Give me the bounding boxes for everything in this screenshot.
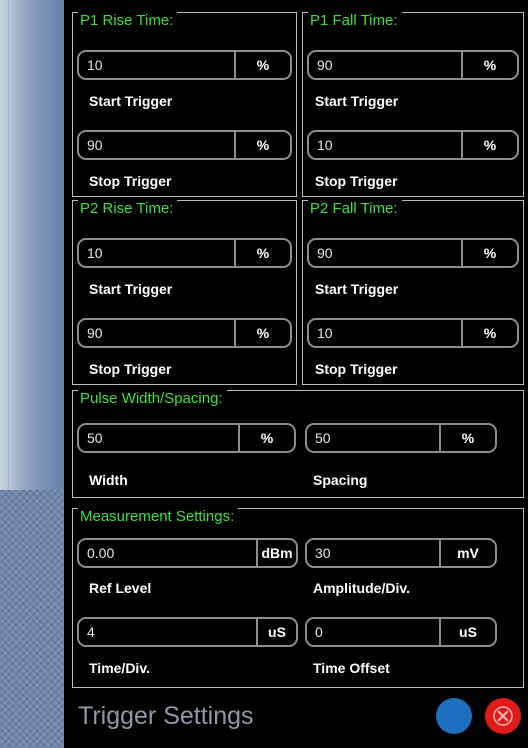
p1-rise-time-group: P1 Rise Time: 10 % Start Trigger 90 % St… [72, 12, 297, 197]
field-value: 10 [317, 325, 333, 341]
left-strip-sheen [8, 0, 65, 490]
close-icon [493, 706, 513, 726]
blue-action-button[interactable] [436, 698, 472, 734]
unit-label: % [461, 52, 517, 78]
time-div-field[interactable]: 4 uS [77, 617, 298, 647]
pulse-spacing-field[interactable]: 50 % [305, 423, 497, 453]
unit-label: uS [256, 619, 296, 645]
trigger-settings-panel: P1 Rise Time: 10 % Start Trigger 90 % St… [64, 0, 528, 748]
p2-fall-start-field[interactable]: 90 % [307, 238, 519, 268]
p2-rise-stop-field[interactable]: 90 % [77, 318, 292, 348]
time-offset-field[interactable]: 0 uS [305, 617, 497, 647]
left-decor-strip [0, 0, 65, 748]
p2-fall-time-group: P2 Fall Time: 90 % Start Trigger 10 % St… [302, 200, 524, 385]
unit-label: % [234, 52, 290, 78]
field-value: 10 [87, 57, 103, 73]
group-title: P1 Fall Time: [308, 12, 402, 30]
group-title: Measurement Settings: [78, 508, 239, 526]
measurement-settings-group: Measurement Settings: 0.00 dBm Ref Level… [72, 508, 524, 688]
p2-rise-start-field[interactable]: 10 % [77, 238, 292, 268]
field-value: 90 [317, 245, 333, 261]
p1-fall-time-group: P1 Fall Time: 90 % Start Trigger 10 % St… [302, 12, 524, 197]
close-button[interactable] [485, 698, 521, 734]
field-value: 0.00 [87, 545, 115, 561]
field-label: Amplitude/Div. [313, 580, 410, 596]
left-strip-pattern [0, 490, 64, 748]
unit-label: % [461, 320, 517, 346]
unit-label: % [461, 240, 517, 266]
p1-fall-start-field[interactable]: 90 % [307, 50, 519, 80]
field-value: 50 [87, 430, 103, 446]
group-title: P2 Rise Time: [78, 200, 178, 218]
field-label: Width [89, 472, 128, 488]
pulse-width-field[interactable]: 50 % [77, 423, 296, 453]
unit-label: % [439, 425, 495, 451]
unit-label: % [234, 240, 290, 266]
p2-rise-time-group: P2 Rise Time: 10 % Start Trigger 90 % St… [72, 200, 297, 385]
p1-fall-stop-field[interactable]: 10 % [307, 130, 519, 160]
field-label: Stop Trigger [315, 361, 398, 377]
unit-label: mV [439, 540, 495, 566]
unit-label: % [234, 132, 290, 158]
field-value: 50 [315, 430, 331, 446]
p2-fall-stop-field[interactable]: 10 % [307, 318, 519, 348]
group-title: P1 Rise Time: [78, 12, 178, 30]
field-label: Stop Trigger [89, 173, 172, 189]
unit-label: % [234, 320, 290, 346]
field-label: Start Trigger [89, 281, 173, 297]
field-label: Start Trigger [89, 93, 173, 109]
group-title: Pulse Width/Spacing: [78, 390, 227, 408]
field-value: 30 [315, 545, 331, 561]
field-label: Spacing [313, 472, 368, 488]
ref-level-field[interactable]: 0.00 dBm [77, 538, 298, 568]
amplitude-div-field[interactable]: 30 mV [305, 538, 497, 568]
field-value: 90 [87, 325, 103, 341]
pulse-width-spacing-group: Pulse Width/Spacing: 50 % Width 50 % Spa… [72, 390, 524, 498]
unit-label: uS [439, 619, 495, 645]
p1-rise-stop-field[interactable]: 90 % [77, 130, 292, 160]
field-label: Stop Trigger [89, 361, 172, 377]
field-value: 10 [87, 245, 103, 261]
field-label: Time/Div. [89, 660, 150, 676]
unit-label: % [238, 425, 294, 451]
field-label: Ref Level [89, 580, 152, 596]
field-label: Stop Trigger [315, 173, 398, 189]
panel-title: Trigger Settings [78, 702, 254, 730]
field-label: Start Trigger [315, 281, 399, 297]
p1-rise-start-field[interactable]: 10 % [77, 50, 292, 80]
unit-label: % [461, 132, 517, 158]
field-label: Start Trigger [315, 93, 399, 109]
unit-label: dBm [256, 540, 296, 566]
group-title: P2 Fall Time: [308, 200, 402, 218]
field-value: 4 [87, 624, 95, 640]
field-value: 0 [315, 624, 323, 640]
field-value: 90 [87, 137, 103, 153]
field-value: 10 [317, 137, 333, 153]
field-label: Time Offset [313, 660, 390, 676]
field-value: 90 [317, 57, 333, 73]
